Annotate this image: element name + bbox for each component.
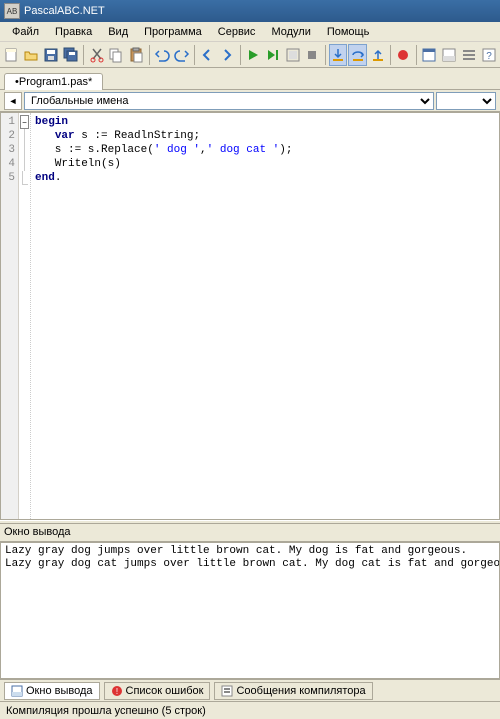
step-out-button[interactable]	[368, 44, 387, 66]
menu-edit[interactable]: Правка	[47, 24, 100, 40]
svg-text:?: ?	[486, 51, 492, 62]
save-all-button[interactable]	[61, 44, 80, 66]
stop-button[interactable]	[303, 44, 322, 66]
menu-modules[interactable]: Модули	[263, 24, 318, 40]
run-step-button[interactable]	[263, 44, 282, 66]
window-title: PascalABC.NET	[24, 5, 105, 17]
tab-compiler-label: Сообщения компилятора	[236, 685, 365, 697]
redo-button[interactable]	[172, 44, 191, 66]
toolbar-separator	[149, 45, 150, 65]
document-tabs: •Program1.pas*	[0, 68, 500, 90]
bottom-tabs: Окно вывода ! Список ошибок Сообщения ко…	[0, 679, 500, 701]
toolbar-separator	[240, 45, 241, 65]
toggle-panel-button[interactable]	[439, 44, 458, 66]
toolbar-separator	[325, 45, 326, 65]
step-over-button[interactable]	[348, 44, 367, 66]
status-text: Компиляция прошла успешно (5 строк)	[6, 705, 206, 717]
paste-button[interactable]	[127, 44, 146, 66]
tab-output[interactable]: Окно вывода	[4, 682, 100, 700]
tab-errors[interactable]: ! Список ошибок	[104, 682, 211, 700]
menu-program[interactable]: Программа	[136, 24, 210, 40]
member-select[interactable]	[436, 92, 496, 110]
menu-file[interactable]: Файл	[4, 24, 47, 40]
compile-button[interactable]	[283, 44, 302, 66]
form-designer-button[interactable]	[420, 44, 439, 66]
toolbar: ?	[0, 42, 500, 68]
nav-forward-button[interactable]	[218, 44, 237, 66]
code-editor[interactable]: 1 2 3 4 5 − begin var s := ReadlnString;…	[0, 112, 500, 520]
code-navbar: ◄ Глобальные имена	[0, 90, 500, 112]
copy-button[interactable]	[107, 44, 126, 66]
menubar: Файл Правка Вид Программа Сервис Модули …	[0, 22, 500, 42]
options-button[interactable]	[459, 44, 478, 66]
statusbar: Компиляция прошла успешно (5 строк)	[0, 701, 500, 719]
scope-select[interactable]: Глобальные имена	[24, 92, 434, 110]
toolbar-separator	[416, 45, 417, 65]
output-content[interactable]: Lazy gray dog jumps over little brown ca…	[0, 542, 500, 679]
app-icon: AB	[4, 3, 20, 19]
tab-program1[interactable]: •Program1.pas*	[4, 73, 103, 90]
menu-view[interactable]: Вид	[100, 24, 136, 40]
run-button[interactable]	[243, 44, 262, 66]
menu-service[interactable]: Сервис	[210, 24, 264, 40]
output-panel-title: Окно вывода	[0, 524, 500, 542]
undo-button[interactable]	[152, 44, 171, 66]
output-icon	[11, 685, 23, 697]
toolbar-separator	[390, 45, 391, 65]
compiler-icon	[221, 685, 233, 697]
menu-help[interactable]: Помощь	[319, 24, 378, 40]
svg-text:!: !	[115, 687, 117, 696]
cut-button[interactable]	[87, 44, 106, 66]
breakpoint-button[interactable]	[394, 44, 413, 66]
help-button[interactable]: ?	[479, 44, 498, 66]
save-button[interactable]	[42, 44, 61, 66]
output-panel: Окно вывода Lazy gray dog jumps over lit…	[0, 524, 500, 679]
line-gutter: 1 2 3 4 5	[1, 113, 19, 519]
nav-back-button[interactable]	[198, 44, 217, 66]
fold-gutter: −	[19, 113, 31, 519]
tab-output-label: Окно вывода	[26, 685, 93, 697]
fold-toggle[interactable]: −	[20, 115, 29, 129]
nav-prev-button[interactable]: ◄	[4, 92, 22, 110]
tab-errors-label: Список ошибок	[126, 685, 204, 697]
toolbar-separator	[194, 45, 195, 65]
new-file-button[interactable]	[2, 44, 21, 66]
toolbar-separator	[83, 45, 84, 65]
error-icon: !	[111, 685, 123, 697]
titlebar: AB PascalABC.NET	[0, 0, 500, 22]
step-into-button[interactable]	[329, 44, 348, 66]
tab-compiler[interactable]: Сообщения компилятора	[214, 682, 372, 700]
open-file-button[interactable]	[22, 44, 41, 66]
code-content[interactable]: begin var s := ReadlnString; s := s.Repl…	[31, 113, 499, 519]
